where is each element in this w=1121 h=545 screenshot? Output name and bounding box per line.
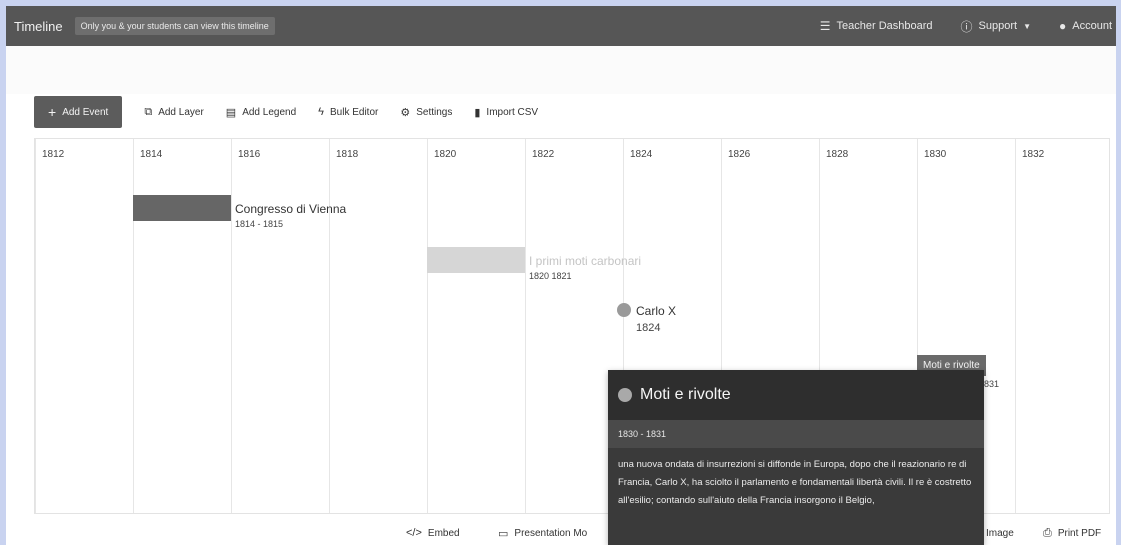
event-title[interactable]: Congresso di Vienna [235,202,346,216]
event-color-dot [618,388,632,402]
popup-description: una nuova ondata di insurrezioni si diff… [618,459,972,506]
embed-label: Embed [427,527,460,539]
year-label: 1818 [336,149,359,160]
year-column: 1816 [231,139,260,513]
top-bar-right: ☰ Teacher Dashboard ⓘ Support ▼ ● Accoun… [820,6,1116,46]
year-label: 1822 [532,149,555,160]
settings-label: Settings [416,106,453,118]
year-label: 1826 [728,149,751,160]
year-label: 1828 [826,149,849,160]
event-dot[interactable] [617,303,631,317]
year-column: 1820 [427,139,456,513]
app-frame: Timeline Only you & your students can vi… [6,6,1116,545]
gear-icon: ⚙ [400,106,411,119]
teacher-dashboard-label: Teacher Dashboard [836,20,933,32]
year-column: 1822 [525,139,554,513]
print-pdf-label: Print PDF [1057,527,1102,539]
support-menu[interactable]: ⓘ Support ▼ [961,18,1031,35]
menu-icon: ☰ [819,19,831,33]
top-bar: Timeline Only you & your students can vi… [6,6,1116,46]
event-title[interactable]: I primi moti carbonari [529,254,641,268]
list-icon: ▤ [225,106,237,119]
year-label: 1814 [140,149,163,160]
add-event-button[interactable]: + Add Event [34,96,123,128]
teacher-dashboard-link[interactable]: ☰ Teacher Dashboard [820,19,933,33]
presentation-mode-label: Presentation Mo [514,527,588,539]
help-circle-icon: ⓘ [960,19,973,34]
year-label: 1832 [1022,149,1045,160]
presentation-mode-button[interactable]: ▭ Presentation Mo [498,527,587,540]
banner-area [6,46,1116,94]
year-label: 1812 [42,149,65,160]
add-legend-label: Add Legend [242,106,297,118]
privacy-badge: Only you & your students can view this t… [74,17,275,35]
event-bar[interactable] [133,195,231,221]
year-label: 1816 [238,149,261,160]
add-event-label: Add Event [62,106,109,118]
printer-icon: ⎙ [1043,526,1052,539]
popup-dates: 1830 - 1831 [608,420,984,448]
toolbar: + Add Event ⧉ Add Layer ▤ Add Legend ϟ B… [34,96,538,128]
year-column: 1818 [329,139,358,513]
add-layer-button[interactable]: ⧉ Add Layer [144,106,203,119]
file-icon: ▮ [474,106,481,119]
event-dates: 1814 - 1815 [235,219,284,229]
presentation-icon: ▭ [498,527,509,540]
add-layer-label: Add Layer [158,106,204,118]
import-csv-button[interactable]: ▮ Import CSV [474,106,538,119]
bulk-editor-button[interactable]: ϟ Bulk Editor [318,106,378,118]
popup-title: Moti e rivolte [640,386,731,403]
year-label: 1830 [924,149,947,160]
account-label: Account [1072,20,1112,32]
year-label: 1820 [434,149,457,160]
user-icon: ● [1059,19,1067,33]
layers-icon: ⧉ [144,105,153,118]
code-icon: </> [406,527,422,539]
year-column: 1812 [35,139,64,513]
embed-button[interactable]: </> Embed [406,527,460,539]
year-label: 1824 [630,149,653,160]
event-bar[interactable] [427,247,525,273]
event-dates: 1824 [636,322,661,334]
app-title[interactable]: Timeline [14,19,63,34]
lightning-icon: ϟ [318,106,324,118]
bulk-editor-label: Bulk Editor [329,106,379,118]
account-menu[interactable]: ● Account [1059,19,1112,33]
settings-button[interactable]: ⚙ Settings [400,106,452,119]
print-pdf-button[interactable]: ⎙ Print PDF [1043,527,1101,540]
year-column: 1832 [1015,139,1044,513]
image-button[interactable]: Image [986,528,1014,539]
plus-icon: + [48,104,57,120]
event-detail-popup[interactable]: Moti e rivolte 1830 - 1831 una nuova ond… [608,370,984,545]
popup-header: Moti e rivolte [608,370,984,420]
import-csv-label: Import CSV [486,106,539,118]
support-label: Support [978,20,1018,32]
event-dates: 1820 1821 [529,271,572,281]
add-legend-button[interactable]: ▤ Add Legend [226,106,296,119]
image-label: Image [986,527,1014,539]
event-title[interactable]: Carlo X [636,304,676,318]
chevron-down-icon: ▼ [1023,21,1031,31]
